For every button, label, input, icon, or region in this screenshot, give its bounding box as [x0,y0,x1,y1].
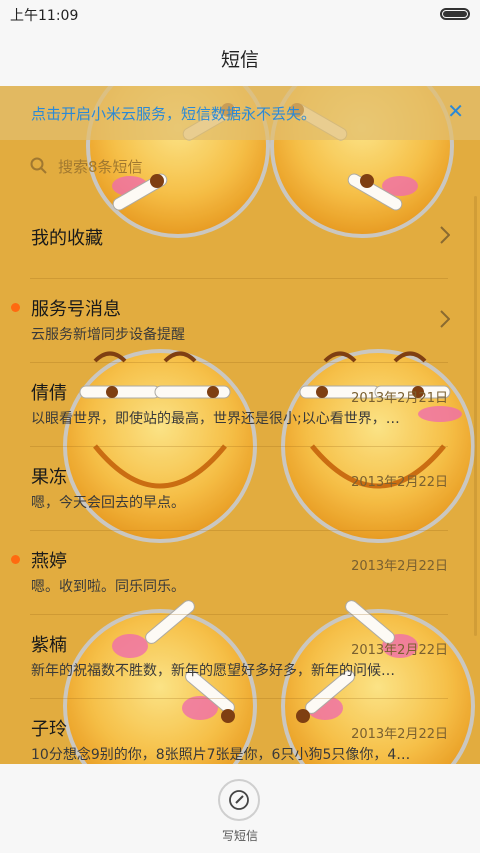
message-snippet: 以眼看世界，即使站的最高，世界还是很小;以心看世界，… [31,411,400,427]
conversation-name: 倩倩 [31,383,67,404]
scrollbar[interactable] [474,196,477,636]
list-item-service-messages[interactable]: 服务号消息 云服务新增同步设备提醒 [0,278,480,362]
conversation-name: 我的收藏 [31,228,103,249]
list-item-favorites[interactable]: 我的收藏 [0,194,480,278]
unread-dot [11,555,20,564]
close-icon[interactable]: ✕ [447,99,464,123]
message-date: 2013年2月22日 [351,475,448,490]
message-snippet: 云服务新增同步设备提醒 [31,327,185,343]
conversation-name: 服务号消息 [31,299,121,320]
status-bar: 上午11:09 [0,0,480,28]
battery-icon [440,8,470,20]
conversation-name: 子玲 [31,719,67,740]
chevron-right-icon [440,310,450,328]
message-snippet: 嗯，今天会回去的早点。 [31,495,185,511]
message-date: 2013年2月22日 [351,643,448,658]
list-item-conversation[interactable]: 紫楠 2013年2月22日 新年的祝福数不胜数，新年的愿望好多好多，新年的问候… [0,614,480,698]
compose-button[interactable] [218,779,260,821]
compose-label[interactable]: 写短信 [0,827,480,844]
search-field[interactable]: 搜索8条短信 [30,154,450,180]
conversation-name: 燕婷 [31,551,67,572]
cloud-service-banner[interactable]: 点击开启小米云服务，短信数据永不丢失。 ✕ [0,86,480,140]
unread-dot [11,303,20,312]
message-date: 2013年2月22日 [351,727,448,742]
message-date: 2013年2月21日 [351,391,448,406]
message-snippet: 新年的祝福数不胜数，新年的愿望好多好多，新年的问候… [31,663,395,679]
status-time: 上午11:09 [10,8,79,24]
bottom-toolbar: 写短信 [0,764,480,853]
search-icon [30,157,47,174]
banner-text[interactable]: 点击开启小米云服务，短信数据永不丢失。 [31,103,316,124]
list-item-conversation[interactable]: 倩倩 2013年2月21日 以眼看世界，即使站的最高，世界还是很小;以心看世界，… [0,362,480,446]
list-item-conversation[interactable]: 子玲 2013年2月22日 10分想念9别的你，8张照片7张是你，6只小狗5只像… [0,698,480,764]
list-item-conversation[interactable]: 燕婷 2013年2月22日 嗯。收到啦。同乐同乐。 [0,530,480,614]
conversation-list-area[interactable]: 点击开启小米云服务，短信数据永不丢失。 ✕ 搜索8条短信 我的收藏 服务号消息 … [0,86,480,764]
message-date: 2013年2月22日 [351,559,448,574]
page-title: 短信 [220,49,259,71]
conversation-name: 果冻 [31,467,67,488]
list-item-conversation[interactable]: 果冻 2013年2月22日 嗯，今天会回去的早点。 [0,446,480,530]
title-bar: 短信 [0,28,480,86]
conversation-name: 紫楠 [31,635,67,656]
message-snippet: 嗯。收到啦。同乐同乐。 [31,579,185,595]
pencil-circle-icon [229,790,249,810]
chevron-right-icon [440,226,450,244]
message-snippet: 10分想念9别的你，8张照片7张是你，6只小狗5只像你，4… [31,747,411,763]
search-placeholder: 搜索8条短信 [58,158,143,176]
